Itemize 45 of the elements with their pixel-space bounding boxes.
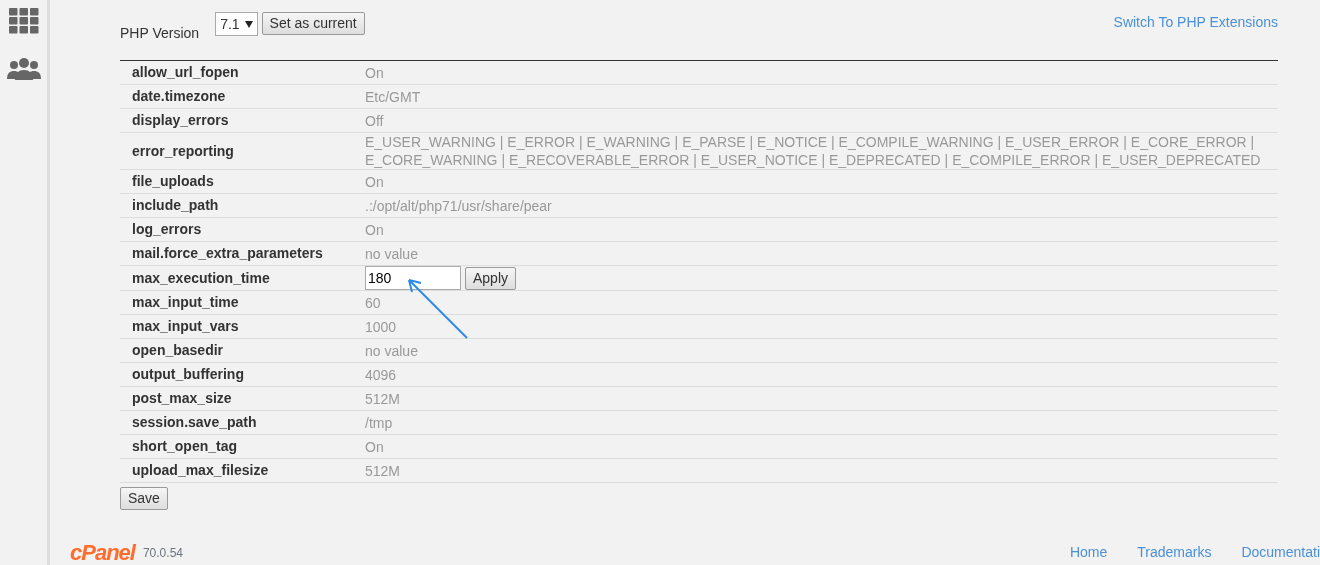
option-name: max_input_time [131, 293, 240, 312]
annotation-arrow [408, 279, 468, 339]
option-value: no value [365, 341, 419, 360]
set-as-current-button[interactable]: Set as current [261, 12, 365, 35]
option-value: Off [365, 111, 385, 130]
version-text: 70.0.54 [142, 544, 183, 562]
option-name: short_open_tag [131, 437, 238, 456]
users-icon[interactable] [5, 58, 42, 80]
option-value: 512M [365, 461, 402, 480]
option-value: On [365, 220, 385, 239]
option-value: Etc/GMT [365, 87, 422, 106]
option-name: log_errors [131, 220, 203, 239]
option-value: On [365, 172, 385, 191]
value-input[interactable]: 180 [365, 266, 461, 290]
option-value: .:/opt/alt/php71/usr/share/pear [365, 196, 553, 215]
option-value: 1000 [365, 317, 398, 336]
option-name: session.save_path [131, 413, 258, 432]
option-name: post_max_size [131, 389, 233, 408]
option-value: 4096 [365, 365, 398, 384]
option-value: /tmp [365, 413, 394, 432]
option-value: E_USER_WARNING | E_ERROR | E_WARNING | E_PARSE | E_NOTICE | E_COMPILE_WARNING | E_USER_ERROR | E_CORE_ERROR | E_CORE_WARNING | E_RECOVERABLE_ERROR | E_USER_NOTICE | E_DEPRECATED | E_COMPILE_ERROR | E_USER_DEPRECATED [365, 133, 1262, 169]
option-value: On [365, 437, 385, 456]
apps-grid-icon[interactable] [8, 8, 39, 34]
option-name: open_basedir [131, 341, 225, 360]
cpanel-logo: cPanel [70, 539, 135, 565]
option-name: file_uploads [131, 172, 215, 191]
option-value: no value [365, 244, 419, 263]
option-name: mail.force_extra_parameters [131, 244, 324, 263]
option-name: max_execution_time [131, 268, 271, 288]
option-value: 512M [365, 389, 402, 408]
option-value: 60 [365, 293, 382, 312]
option-name: allow_url_fopen [131, 63, 240, 82]
version-select[interactable]: 7.1 [215, 12, 258, 36]
field-label: PHP Version [120, 24, 200, 43]
apply-button[interactable]: Apply [465, 266, 517, 290]
option-name: include_path [131, 196, 220, 215]
option-name: output_buffering [131, 365, 245, 384]
option-name: max_input_vars [131, 317, 240, 336]
option-value: On [365, 63, 385, 82]
option-name: date.timezone [131, 87, 227, 106]
option-name: upload_max_filesize [131, 461, 270, 480]
save-button[interactable]: Save [120, 487, 168, 510]
option-name: error_reporting [131, 141, 235, 161]
dropdown-caret-icon [244, 20, 253, 28]
option-name: display_errors [131, 111, 230, 130]
